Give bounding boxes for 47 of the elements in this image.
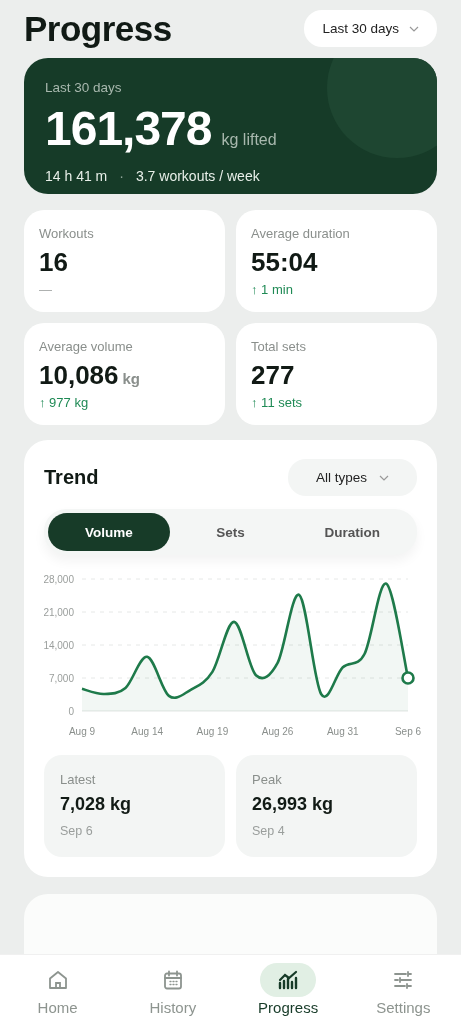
chevron-down-icon (379, 474, 389, 481)
summary-label: Last 30 days (45, 79, 123, 95)
highlight-date: Sep 6 (60, 824, 94, 838)
type-dropdown[interactable]: All types (288, 459, 417, 496)
workout-frequency: 3.7 workouts / week (135, 167, 260, 184)
metric-tab[interactable]: Duration (291, 513, 413, 551)
stat-label: Average volume (39, 339, 134, 354)
total-volume: 161,378 (45, 100, 212, 156)
axis-label: 0 (68, 705, 74, 717)
range-dropdown[interactable]: Last 30 days (304, 10, 437, 48)
total-duration: 14 h 41 m (45, 167, 108, 184)
highlight-value: 26,993 kg (252, 794, 335, 815)
stat-unit: kg (122, 370, 141, 387)
stat-label: Average duration (251, 226, 351, 241)
stat-value: 277 (251, 360, 295, 391)
page-title: Progress (24, 8, 172, 49)
section-title: Trend (44, 466, 99, 489)
separator-dot: · (119, 167, 124, 184)
chevron-down-icon (409, 25, 419, 32)
stat-change: ↑ 977 kg (39, 395, 90, 410)
metric-tab[interactable]: Sets (169, 513, 292, 551)
stat-value: 10,086 (39, 360, 119, 391)
stat-change: ↑ 11 sets (251, 395, 304, 410)
stat-label: Total sets (251, 339, 307, 354)
nav-tab[interactable]: Progress (230, 955, 346, 1024)
highlight-value: 7,028 kg (60, 794, 133, 815)
axis-label: 28,000 (43, 573, 74, 585)
axis-label: 7,000 (48, 672, 74, 684)
axis-label: Aug 31 (326, 726, 359, 737)
axis-label: 14,000 (43, 639, 74, 651)
axis-label: Aug 9 (68, 726, 96, 737)
stat-change: — (39, 282, 53, 297)
axis-label: Aug 26 (261, 726, 294, 737)
volume-unit: kg lifted (221, 130, 277, 149)
data-point (401, 671, 415, 685)
metric-tab[interactable]: Volume (48, 513, 170, 551)
stat-change: ↑ 1 min (251, 282, 294, 297)
stat-label: Workouts (39, 226, 95, 241)
stat-value: 55:04 (251, 247, 318, 278)
axis-label: Aug 19 (196, 726, 229, 737)
highlight-label: Latest (60, 772, 97, 787)
axis-label: 21,000 (43, 606, 74, 618)
stat-value: 16 (39, 247, 68, 278)
highlight-date: Sep 4 (252, 824, 286, 838)
axis-label: Sep 6 (394, 726, 422, 737)
highlight-label: Peak (252, 772, 283, 787)
axis-label: Aug 14 (131, 726, 164, 737)
